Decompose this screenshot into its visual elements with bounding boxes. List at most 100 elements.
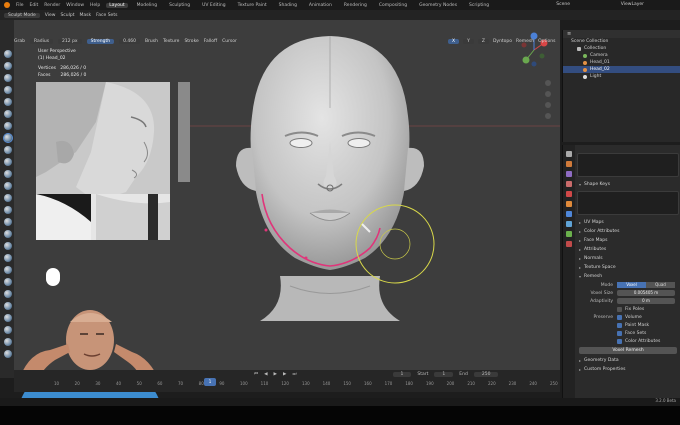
brush-name[interactable]: Grab: [14, 39, 25, 44]
options-menu[interactable]: Options: [538, 39, 555, 44]
prev-key-icon[interactable]: ◀: [264, 372, 267, 377]
shape-keys-list[interactable]: [577, 191, 679, 215]
paint-mask-checkbox[interactable]: [617, 322, 622, 328]
play-icon[interactable]: ▶: [274, 372, 277, 377]
grab-brush-icon[interactable]: [3, 133, 13, 143]
tab-scripting[interactable]: Scripting: [466, 3, 492, 8]
section-uv-maps[interactable]: ▸ UV Maps: [577, 218, 679, 227]
tab-layout[interactable]: Layout: [106, 2, 128, 8]
playhead[interactable]: 1: [204, 378, 216, 386]
symmetry-x[interactable]: X: [448, 38, 460, 44]
tab-sculpting[interactable]: Sculpting: [166, 3, 193, 8]
timeline-ruler[interactable]: 10 20 30 40 50 60 70 80 90 100 110 120 130 140 150 160 1…: [14, 378, 560, 388]
mask-brush-icon[interactable]: [4, 278, 12, 286]
scrape-brush-icon[interactable]: [4, 194, 12, 202]
mode-selector[interactable]: Sculpt Mode: [4, 12, 40, 18]
physics-tab-icon[interactable]: [566, 221, 572, 227]
tab-uv-editing[interactable]: UV Editing: [199, 3, 228, 8]
remesh-menu[interactable]: Remesh: [516, 39, 534, 44]
section-attributes[interactable]: ▸ Attributes: [577, 245, 679, 254]
tab-texture-paint[interactable]: Texture Paint: [235, 3, 270, 8]
outliner-scene-collection[interactable]: Scene Collection: [563, 38, 680, 45]
object-tab-icon[interactable]: [566, 201, 572, 207]
scene-selector[interactable]: Scene: [556, 2, 570, 7]
menu-file[interactable]: File: [16, 3, 24, 8]
clay-strips-brush-icon[interactable]: [4, 86, 12, 94]
outliner-row-head-01[interactable]: Head_01: [563, 59, 680, 66]
voxel-remesh-button[interactable]: Voxel Remesh: [579, 347, 677, 354]
data-tab-icon[interactable]: [566, 231, 572, 237]
outliner-filter-icon[interactable]: ≡: [567, 31, 571, 37]
section-texture-space[interactable]: ▸ Texture Space: [577, 263, 679, 272]
menu-texture[interactable]: Texture: [163, 39, 179, 44]
menu-view[interactable]: View: [45, 13, 56, 18]
view-layer-selector[interactable]: ViewLayer: [621, 2, 644, 7]
jump-start-icon[interactable]: ⏮: [254, 371, 258, 377]
outliner-row-camera[interactable]: Camera: [563, 52, 680, 59]
outliner-panel[interactable]: ≡ Scene Collection Collection Camera Hea…: [562, 30, 680, 142]
menu-mask[interactable]: Mask: [80, 13, 92, 18]
snake-hook-brush-icon[interactable]: [4, 242, 12, 250]
pose-brush-icon[interactable]: [4, 266, 12, 274]
symmetry-y[interactable]: Y: [463, 38, 474, 44]
current-frame-field[interactable]: 1: [392, 371, 412, 377]
dyntopo-menu[interactable]: Dyntopo: [493, 39, 512, 44]
multiplane-scrape-brush-icon[interactable]: [4, 206, 12, 214]
elastic-deform-brush-icon[interactable]: [4, 230, 12, 238]
scene-tab-icon[interactable]: [566, 181, 572, 187]
start-frame-field[interactable]: 1: [434, 371, 454, 377]
tool-tab-icon[interactable]: [566, 151, 572, 157]
smooth-brush-icon[interactable]: [4, 158, 12, 166]
strength-field[interactable]: 0.460: [119, 38, 140, 44]
menu-stroke[interactable]: Stroke: [184, 39, 198, 44]
menu-render[interactable]: Render: [44, 3, 60, 8]
menu-edit[interactable]: Edit: [30, 3, 39, 8]
section-remesh[interactable]: ▾ Remesh: [577, 272, 679, 281]
timeline[interactable]: ⏮ ◀ ▶ ▶ ⏭ 1 Start 1 End 250 10 20 30 40 50 60…: [14, 370, 560, 392]
remesh-mode-toggle[interactable]: Voxel Quad: [617, 282, 675, 288]
symmetry-z[interactable]: Z: [477, 38, 489, 44]
section-custom-properties[interactable]: ▸ Custom Properties: [577, 365, 679, 374]
mode-voxel-option[interactable]: Voxel: [617, 282, 646, 288]
layer-brush-icon[interactable]: [4, 98, 12, 106]
modifier-tab-icon[interactable]: [566, 211, 572, 217]
world-tab-icon[interactable]: [566, 191, 572, 197]
tab-modeling[interactable]: Modeling: [134, 3, 160, 8]
clay-brush-icon[interactable]: [4, 74, 12, 82]
fill-brush-icon[interactable]: [4, 182, 12, 190]
fix-poles-checkbox[interactable]: [617, 306, 622, 312]
blender-logo-icon[interactable]: [4, 2, 10, 8]
section-color-attributes[interactable]: ▸ Color Attributes: [577, 227, 679, 236]
tab-rendering[interactable]: Rendering: [341, 3, 370, 8]
radius-field[interactable]: 212 px: [58, 38, 82, 44]
adaptivity-field[interactable]: 0 m: [617, 298, 675, 304]
output-tab-icon[interactable]: [566, 171, 572, 177]
outliner-row-light[interactable]: Light: [563, 73, 680, 80]
section-shape-keys[interactable]: ▾ Shape Keys: [577, 180, 679, 189]
preserve-volume-checkbox[interactable]: [617, 314, 622, 320]
outliner-row-head-02[interactable]: Head_02: [563, 66, 680, 73]
section-geometry-data[interactable]: ▸ Geometry Data: [577, 356, 679, 365]
next-key-icon[interactable]: ▶: [283, 372, 286, 377]
blob-brush-icon[interactable]: [4, 122, 12, 130]
face-sets-checkbox[interactable]: [617, 330, 622, 336]
menu-help[interactable]: Help: [90, 3, 100, 8]
menu-window[interactable]: Window: [66, 3, 84, 8]
tab-shading[interactable]: Shading: [276, 3, 300, 8]
end-frame-field[interactable]: 250: [473, 371, 499, 377]
mode-quad-option[interactable]: Quad: [646, 282, 675, 288]
properties-panel[interactable]: ▾ Shape Keys ▸ UV Maps ▸ Color Attributes ▸…: [562, 145, 680, 398]
section-face-maps[interactable]: ▸ Face Maps: [577, 236, 679, 245]
pinch-brush-icon[interactable]: [4, 218, 12, 226]
render-tab-icon[interactable]: [566, 161, 572, 167]
tab-geometry-nodes[interactable]: Geometry Nodes: [416, 3, 460, 8]
voxel-size-field[interactable]: 0.005405 m: [617, 290, 675, 296]
inflate-brush-icon[interactable]: [4, 110, 12, 118]
flatten-brush-icon[interactable]: [4, 170, 12, 178]
menu-sculpt[interactable]: Sculpt: [60, 13, 74, 18]
jump-end-icon[interactable]: ⏭: [292, 371, 296, 377]
thumb-brush-icon[interactable]: [4, 254, 12, 262]
material-tab-icon[interactable]: [566, 241, 572, 247]
menu-cursor[interactable]: Cursor: [222, 39, 237, 44]
menu-falloff[interactable]: Falloff: [204, 39, 217, 44]
